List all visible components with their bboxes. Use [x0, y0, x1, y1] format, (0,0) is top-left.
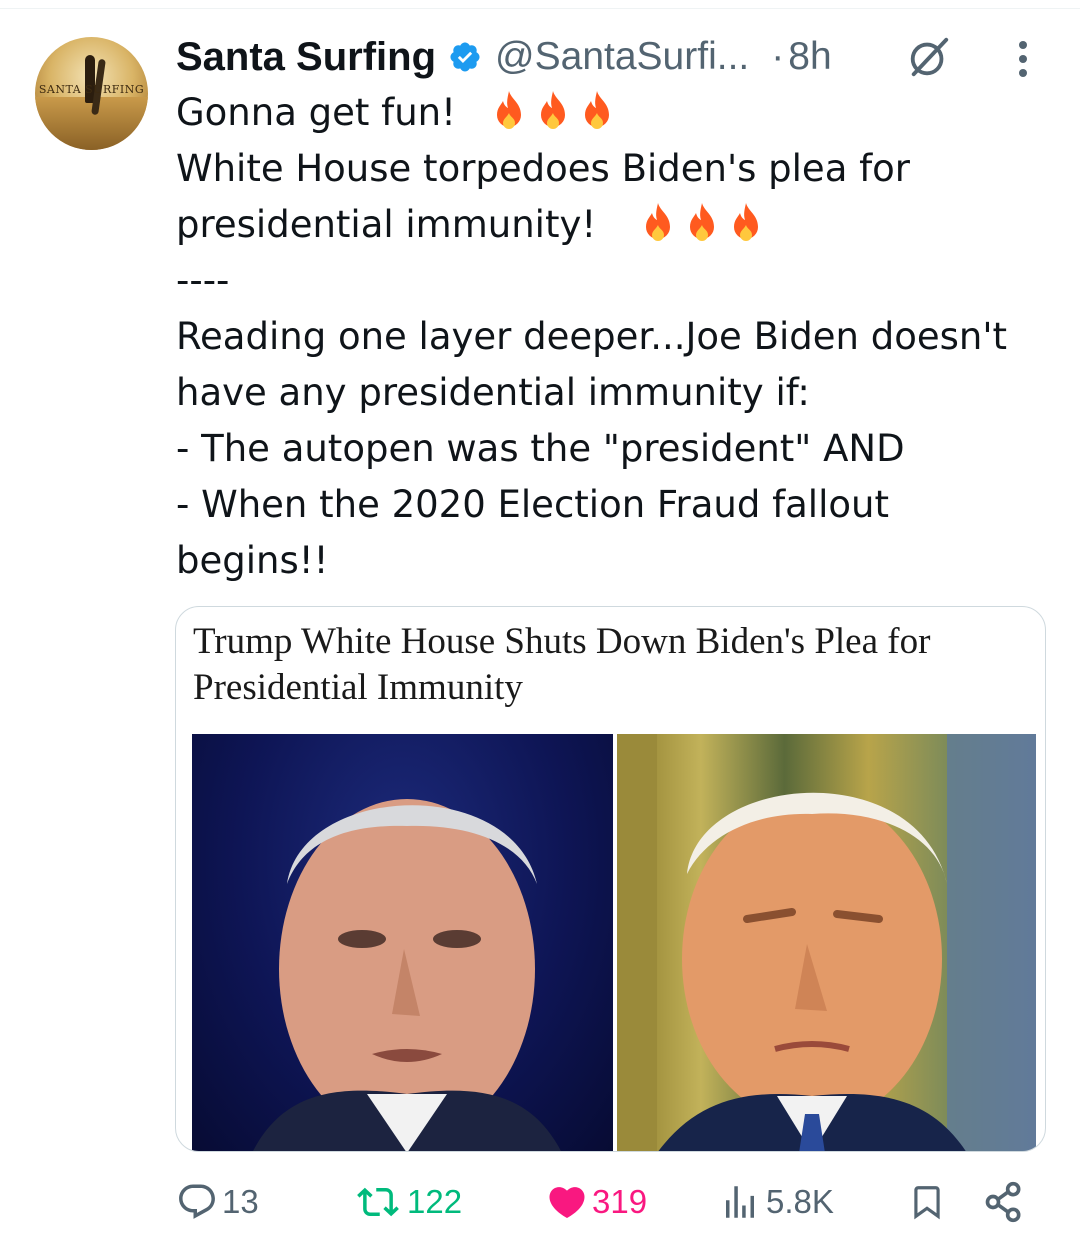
tweet-line-4: ---- [176, 259, 230, 302]
bookmark-button[interactable] [908, 1172, 946, 1232]
author-name[interactable]: Santa Surfing [176, 35, 436, 80]
heart-icon [549, 1187, 585, 1219]
fire-icon [689, 203, 714, 241]
tweet-text: Gonna get fun! White House torpedoes Bid… [176, 85, 1056, 589]
tweet-line-8: - When the 2020 Election Fraud fallout [176, 483, 889, 526]
fire-icon [645, 203, 670, 241]
share-icon [985, 1181, 1021, 1223]
fire-icon [541, 91, 566, 129]
fire-icon [733, 203, 758, 241]
tweet-header: Santa Surfing @SantaSurfi... · 8h [176, 31, 832, 83]
views-button[interactable]: 5.8K [718, 1172, 834, 1232]
card-title-line-1: Trump White House Shuts Down Biden's Ple… [193, 621, 931, 662]
share-button[interactable] [982, 1172, 1026, 1232]
card-photo-right [617, 734, 1036, 1151]
action-bar: 13 122 319 5.8K [0, 1172, 1080, 1232]
link-card[interactable]: Trump White House Shuts Down Biden's Ple… [175, 606, 1046, 1152]
more-icon[interactable] [1010, 38, 1036, 80]
portrait-left-graphic [253, 799, 561, 1151]
like-button[interactable]: 319 [546, 1172, 647, 1232]
separator-dot: · [771, 35, 785, 78]
author-handle[interactable]: @SantaSurfi... [495, 35, 749, 79]
tweet-line-text: presidential immunity! [176, 203, 597, 246]
reply-count: 13 [222, 1183, 259, 1220]
card-photo-left [192, 734, 613, 1151]
tweet-line-9: begins!! [176, 539, 329, 582]
top-divider [0, 8, 1080, 9]
fire-icon [497, 91, 522, 129]
tweet-line-1: Gonna get fun! [176, 85, 1056, 141]
tweet-line-2: White House torpedoes Biden's plea for [176, 147, 911, 190]
views-count: 5.8K [766, 1183, 834, 1220]
reply-button[interactable]: 13 [176, 1172, 259, 1232]
retweet-icon [357, 1187, 399, 1217]
retweet-button[interactable]: 122 [353, 1172, 462, 1232]
views-icon [726, 1186, 754, 1218]
portrait-right-graphic [617, 734, 1036, 1151]
tweet-time[interactable]: 8h [788, 35, 831, 79]
tweet-line-7: - The autopen was the "president" AND [176, 427, 905, 470]
avatar[interactable]: SANTA SURFING [35, 37, 148, 150]
grok-icon[interactable] [906, 34, 952, 80]
like-count: 319 [592, 1183, 648, 1220]
avatar-logo-text: SANTA SURFING [38, 83, 145, 96]
verified-badge-icon [450, 42, 480, 72]
card-title-line-2: Presidential Immunity [193, 667, 523, 708]
tweet-line-3: presidential immunity! [176, 197, 1056, 253]
reply-icon [179, 1184, 215, 1219]
tweet-line-6: have any presidential immunity if: [176, 371, 810, 414]
bookmark-icon [914, 1186, 940, 1220]
card-title: Trump White House Shuts Down Biden's Ple… [193, 619, 1013, 711]
fire-icon [585, 91, 610, 129]
retweet-count: 122 [407, 1183, 463, 1220]
tweet-line-5: Reading one layer deeper...Joe Biden doe… [176, 315, 1008, 358]
tweet-line-text: Gonna get fun! [176, 91, 456, 134]
